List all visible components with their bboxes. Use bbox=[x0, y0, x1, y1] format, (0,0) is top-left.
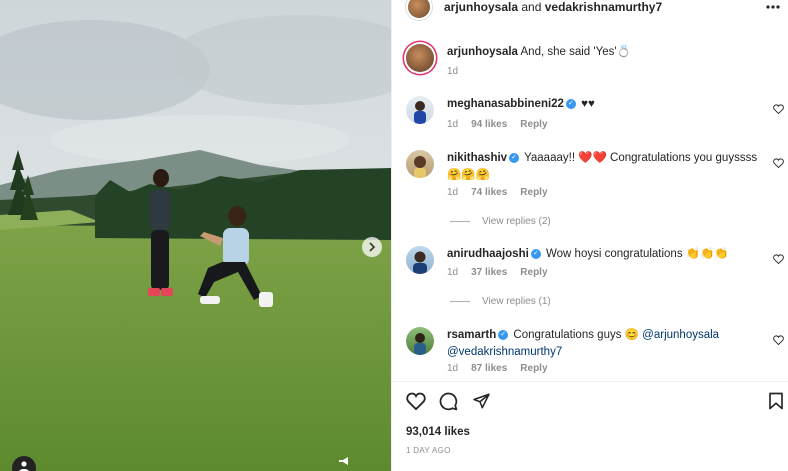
comment-item: meghanasabbineni22 ✓ ♥♥ 1d 94 likes Reply bbox=[392, 96, 788, 136]
mention-link[interactable]: @arjunhoysala bbox=[642, 329, 719, 341]
comment-body: Congratulations guys 😊 bbox=[513, 329, 643, 341]
post-header: arjunhoysala and vedakrishnamurthy7 bbox=[392, 0, 788, 22]
reply-button[interactable]: Reply bbox=[520, 187, 547, 198]
likes-count[interactable]: 93,014 likes bbox=[406, 426, 470, 438]
comment-item: anirudhaajoshi ✓ Wow hoysi congratulation… bbox=[392, 246, 788, 310]
comment-avatar[interactable] bbox=[406, 246, 434, 274]
comment-time[interactable]: 1d bbox=[447, 119, 458, 130]
reply-button[interactable]: Reply bbox=[520, 267, 547, 278]
view-replies-button[interactable]: View replies (2) bbox=[450, 216, 551, 227]
coauthor-username[interactable]: vedakrishnamurthy7 bbox=[545, 0, 662, 14]
post-media[interactable] bbox=[0, 0, 391, 471]
heart-icon[interactable] bbox=[406, 392, 426, 410]
view-replies-label[interactable]: View replies (2) bbox=[482, 216, 551, 227]
heart-icon[interactable] bbox=[773, 254, 784, 264]
comment-time[interactable]: 1d bbox=[447, 187, 458, 198]
verified-badge-icon: ✓ bbox=[565, 98, 576, 109]
chevron-right-icon bbox=[369, 242, 376, 252]
more-horizontal-icon[interactable] bbox=[766, 0, 780, 10]
reply-button[interactable]: Reply bbox=[520, 363, 547, 374]
post-details-panel: arjunhoysala and vedakrishnamurthy7 arju… bbox=[391, 0, 788, 471]
author-username[interactable]: arjunhoysala bbox=[444, 0, 518, 14]
comment-username[interactable]: rsamarth bbox=[447, 329, 496, 341]
comment-avatar[interactable] bbox=[406, 96, 434, 124]
caption-body: And, she said 'Yes'💍 bbox=[520, 46, 631, 58]
verified-badge-icon: ✓ bbox=[498, 329, 509, 340]
comment-username[interactable]: nikithashiv bbox=[447, 152, 507, 164]
view-replies-button[interactable]: View replies (1) bbox=[450, 296, 551, 307]
comment-body: Wow hoysi congratulations 👏👏👏 bbox=[546, 248, 729, 260]
heart-icon[interactable] bbox=[773, 158, 784, 168]
comment-item: nikithashiv ✓ Yaaaaay!! ❤️❤️ Congratulati… bbox=[392, 150, 788, 230]
comment-meta: 1d 87 likes Reply bbox=[447, 363, 561, 374]
replies-divider bbox=[450, 221, 470, 222]
reply-button[interactable]: Reply bbox=[520, 119, 547, 130]
comment-time[interactable]: 1d bbox=[447, 363, 458, 374]
view-replies-label[interactable]: View replies (1) bbox=[482, 296, 551, 307]
comment-avatar[interactable] bbox=[406, 327, 434, 355]
bookmark-icon[interactable] bbox=[768, 392, 784, 410]
heart-icon[interactable] bbox=[773, 335, 784, 345]
caption-meta: 1d bbox=[447, 66, 471, 77]
comment-icon[interactable] bbox=[439, 392, 458, 411]
comment-text: rsamarth ✓ Congratulations guys 😊 @arjunh… bbox=[447, 327, 759, 361]
comment-likes[interactable]: 87 likes bbox=[471, 363, 507, 374]
proposal-photo bbox=[0, 0, 391, 471]
comment-item: rsamarth ✓ Congratulations guys 😊 @arjunh… bbox=[392, 327, 788, 379]
authors-connector: and bbox=[518, 0, 545, 14]
verified-badge-icon: ✓ bbox=[530, 248, 541, 259]
caption-username[interactable]: arjunhoysala bbox=[447, 46, 518, 58]
mention-link[interactable]: @vedakrishnamurthy7 bbox=[447, 346, 562, 358]
comment-avatar[interactable] bbox=[406, 150, 434, 178]
caption-time[interactable]: 1d bbox=[447, 66, 458, 77]
verified-badge-icon: ✓ bbox=[509, 152, 520, 163]
comment-username[interactable]: meghanasabbineni22 bbox=[447, 98, 564, 110]
speaker-icon[interactable] bbox=[338, 455, 354, 469]
comment-text: meghanasabbineni22 ✓ ♥♥ bbox=[447, 96, 759, 113]
comment-username[interactable]: anirudhaajoshi bbox=[447, 248, 529, 260]
comment-text: anirudhaajoshi ✓ Wow hoysi congratulation… bbox=[447, 246, 759, 263]
comment-likes[interactable]: 37 likes bbox=[471, 267, 507, 278]
post-actions: 93,014 likes 1 DAY AGO bbox=[392, 381, 788, 471]
caption-text: arjunhoysala And, she said 'Yes'💍 bbox=[447, 44, 759, 61]
user-tag-icon bbox=[19, 461, 29, 471]
share-icon[interactable] bbox=[472, 392, 491, 410]
comment-meta: 1d 74 likes Reply bbox=[447, 187, 561, 198]
heart-icon[interactable] bbox=[773, 104, 784, 114]
post-authors: arjunhoysala and vedakrishnamurthy7 bbox=[444, 0, 662, 14]
comment-body: ♥♥ bbox=[581, 98, 595, 110]
comment-likes[interactable]: 94 likes bbox=[471, 119, 507, 130]
replies-divider bbox=[450, 301, 470, 302]
next-media-button[interactable] bbox=[362, 237, 382, 257]
comment-meta: 1d 37 likes Reply bbox=[447, 267, 561, 278]
caption: arjunhoysala And, she said 'Yes'💍 1d bbox=[392, 42, 788, 82]
post-date[interactable]: 1 DAY AGO bbox=[406, 446, 451, 455]
author-avatar[interactable] bbox=[406, 0, 432, 20]
comment-text: nikithashiv ✓ Yaaaaay!! ❤️❤️ Congratulati… bbox=[447, 150, 759, 184]
comment-time[interactable]: 1d bbox=[447, 267, 458, 278]
caption-avatar[interactable] bbox=[406, 44, 434, 72]
comment-meta: 1d 94 likes Reply bbox=[447, 119, 561, 130]
comment-likes[interactable]: 74 likes bbox=[471, 187, 507, 198]
